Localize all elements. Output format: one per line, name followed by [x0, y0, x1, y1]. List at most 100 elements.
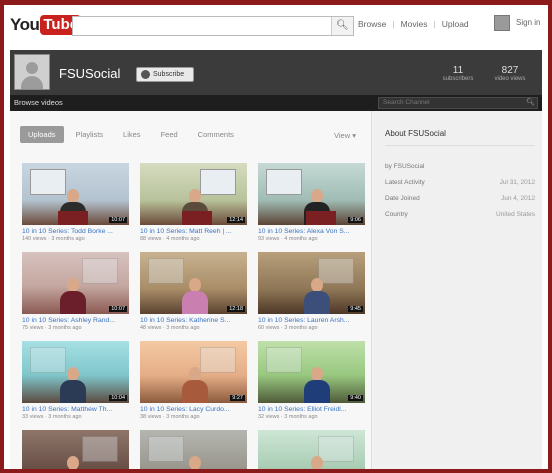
video-card[interactable]: 9:06 10 in 10 Series: Alexa Von S... 93 vi…: [258, 163, 368, 242]
video-thumbnail[interactable]: 9:40: [258, 341, 365, 403]
youtube-channel-page: You Tube 🔍︎ Browse | Movies | Upload Sig…: [4, 5, 548, 469]
speaker-body: [304, 380, 330, 403]
nav-upload-link[interactable]: Upload: [442, 19, 469, 29]
video-tabs: Uploads Playlists Likes Feed Comments: [20, 125, 242, 143]
video-duration: 10:07: [109, 217, 127, 223]
video-duration: 12:14: [227, 217, 245, 223]
nav-browse-link[interactable]: Browse: [358, 19, 386, 29]
video-card[interactable]: [258, 430, 368, 469]
signin-link[interactable]: Sign in: [516, 18, 540, 27]
video-title-link[interactable]: 10 in 10 Series: Katherine S...: [140, 317, 250, 324]
speaker-figure: [304, 367, 330, 403]
video-card[interactable]: 12:18 10 in 10 Series: Katherine S... 48 v…: [140, 252, 250, 331]
search-box: 🔍︎: [72, 16, 354, 37]
views-label: video views: [494, 76, 526, 82]
video-card[interactable]: 12:14 10 in 10 Series: Matt Reeh | ... 88 …: [140, 163, 250, 242]
channel-search-placeholder: Search Channel: [383, 99, 430, 106]
video-thumbnail[interactable]: 12:14: [140, 163, 247, 225]
video-duration: 9:45: [348, 306, 363, 312]
subscribers-count: 11: [452, 65, 464, 76]
speaker-figure: [304, 278, 330, 314]
search-input[interactable]: [73, 18, 323, 37]
video-card[interactable]: [22, 430, 132, 469]
video-title-link[interactable]: 10 in 10 Series: Matt Reeh | ...: [140, 228, 250, 235]
about-row-key: by FSUSocial: [385, 163, 425, 170]
nav-separator: |: [433, 19, 436, 29]
projector-screen: [266, 169, 302, 195]
view-menu-dropdown[interactable]: View ▾: [334, 131, 356, 140]
about-title: About FSUSocial: [385, 129, 446, 138]
video-meta: 38 views · 3 months ago: [140, 414, 200, 420]
video-thumbnail[interactable]: 10:07: [22, 252, 129, 314]
speaker-figure: [60, 367, 86, 403]
speaker-head: [67, 456, 79, 469]
video-meta: 88 views · 4 months ago: [140, 236, 200, 242]
video-card[interactable]: 9:45 10 in 10 Series: Lauren Arsh... 60 vi…: [258, 252, 368, 331]
youtube-logo[interactable]: You Tube: [10, 13, 82, 37]
nav-separator: |: [392, 19, 395, 29]
video-thumbnail[interactable]: 9:06: [258, 163, 365, 225]
video-duration: 10:04: [109, 395, 127, 401]
video-meta: 60 views · 3 months ago: [258, 325, 318, 331]
channel-content: Uploads Playlists Likes Feed Comments Vi…: [10, 111, 542, 469]
video-card[interactable]: [140, 430, 250, 469]
speaker-body: [60, 291, 86, 314]
video-duration: 9:40: [348, 395, 363, 401]
video-title-link[interactable]: 10 in 10 Series: Alexa Von S...: [258, 228, 368, 235]
channel-avatar: [14, 54, 50, 90]
speaker-figure: [182, 367, 208, 403]
video-title-link[interactable]: 10 in 10 Series: Ashley Rand...: [22, 317, 132, 324]
video-thumbnail[interactable]: 9:27: [140, 341, 247, 403]
browse-videos-tab[interactable]: Browse videos: [14, 98, 63, 107]
projector-screen: [148, 258, 184, 284]
tab-feed[interactable]: Feed: [153, 126, 186, 143]
views-count: 827: [501, 65, 519, 76]
video-title-link[interactable]: 10 in 10 Series: Lacy Curdo...: [140, 406, 250, 413]
speaker-figure: [304, 456, 330, 469]
subscribers-label: subscribers: [442, 76, 474, 82]
tab-playlists[interactable]: Playlists: [68, 126, 112, 143]
video-card[interactable]: 10:07 10 in 10 Series: Todd Borke ... 140 …: [22, 163, 132, 242]
speaker-head: [311, 278, 323, 292]
video-title-link[interactable]: 10 in 10 Series: Matthew Th...: [22, 406, 132, 413]
video-thumbnail[interactable]: [140, 430, 247, 469]
about-row-key: Latest Activity: [385, 179, 425, 186]
speaker-figure: [60, 456, 86, 469]
video-thumbnail[interactable]: [258, 430, 365, 469]
projector-screen: [266, 347, 302, 373]
video-title-link[interactable]: 10 in 10 Series: Elliot Freidl...: [258, 406, 368, 413]
video-meta: 93 views · 4 months ago: [258, 236, 318, 242]
channel-search-input[interactable]: Search Channel 🔍︎: [378, 97, 538, 109]
video-card[interactable]: 10:07 10 in 10 Series: Ashley Rand... 75 v…: [22, 252, 132, 331]
video-card[interactable]: 9:40 10 in 10 Series: Elliot Freidl... 32 …: [258, 341, 368, 420]
user-avatar-icon[interactable]: [494, 15, 510, 31]
tab-likes[interactable]: Likes: [115, 126, 149, 143]
masthead: You Tube 🔍︎ Browse | Movies | Upload Sig…: [4, 5, 548, 45]
podium: [58, 211, 88, 225]
nav-movies-link[interactable]: Movies: [401, 19, 428, 29]
video-thumbnail[interactable]: [22, 430, 129, 469]
video-title-link[interactable]: 10 in 10 Series: Lauren Arsh...: [258, 317, 368, 324]
video-meta: 33 views · 3 months ago: [22, 414, 82, 420]
tab-comments[interactable]: Comments: [190, 126, 242, 143]
projector-screen: [82, 258, 118, 284]
projector-screen: [148, 436, 184, 462]
subscribe-button[interactable]: Subscribe: [136, 67, 194, 82]
podium: [306, 211, 336, 225]
podium: [182, 211, 212, 225]
about-row: by FSUSocial: [385, 163, 535, 179]
channel-header: FSUSocial Subscribe 11 subscribers 827 v…: [10, 50, 542, 95]
video-card[interactable]: 9:27 10 in 10 Series: Lacy Curdo... 38 vie…: [140, 341, 250, 420]
video-thumbnail[interactable]: 12:18: [140, 252, 247, 314]
video-thumbnail[interactable]: 10:07: [22, 163, 129, 225]
video-title-link[interactable]: 10 in 10 Series: Todd Borke ...: [22, 228, 132, 235]
about-row-value: Jun 4, 2012: [501, 195, 535, 202]
tab-uploads[interactable]: Uploads: [20, 125, 64, 143]
video-thumbnail[interactable]: 10:04: [22, 341, 129, 403]
speaker-body: [182, 291, 208, 314]
search-button[interactable]: 🔍︎: [331, 17, 353, 35]
search-icon[interactable]: 🔍︎: [526, 98, 535, 108]
video-thumbnail[interactable]: 9:45: [258, 252, 365, 314]
video-card[interactable]: 10:04 10 in 10 Series: Matthew Th... 33 vi…: [22, 341, 132, 420]
video-browser: Uploads Playlists Likes Feed Comments Vi…: [10, 111, 372, 469]
